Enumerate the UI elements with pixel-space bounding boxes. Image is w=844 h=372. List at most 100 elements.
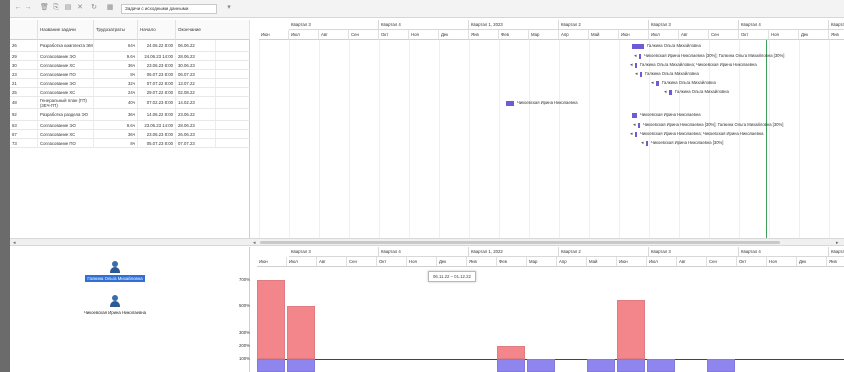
grid-line	[349, 40, 350, 238]
gantt-task-bar[interactable]	[638, 123, 640, 128]
cell-start: 06.07.23 8:00	[138, 70, 176, 78]
gantt-month-header: Авг	[679, 30, 709, 40]
grid-line	[589, 40, 590, 238]
column-header-start[interactable]: Начало	[138, 20, 176, 40]
delete-icon[interactable]: 🗑	[40, 4, 49, 12]
gantt-month-header: Ноя	[769, 30, 799, 40]
grid-line	[769, 40, 770, 238]
overload-bar[interactable]	[617, 299, 645, 359]
load-bar[interactable]	[527, 358, 555, 372]
gantt-task-bar[interactable]	[632, 44, 644, 49]
scroll-right-icon[interactable]: ▸	[836, 239, 839, 247]
horizontal-scrollbar[interactable]: ◂ ◂ ▸	[10, 238, 844, 246]
load-month-header: Сен	[707, 257, 737, 267]
gantt-task-bar[interactable]	[635, 132, 637, 137]
column-header-end[interactable]: Окончание	[176, 20, 250, 40]
close-icon[interactable]: ✕	[76, 4, 84, 12]
table-row[interactable]: 92 Разработка раздела ЭО 36ч 14.06.22 8:00 2…	[10, 109, 250, 121]
load-month-header: Июн	[617, 257, 647, 267]
forward-icon[interactable]: →	[24, 4, 32, 12]
load-bar[interactable]	[497, 358, 525, 372]
gantt-task-bar[interactable]	[506, 101, 514, 106]
chevron-down-icon[interactable]: ▾	[225, 4, 233, 12]
gantt-bar-label: Чикоевская Ирина Николаевна	[517, 100, 578, 105]
resource-name: Галкина Ольга Михайловна	[85, 275, 145, 282]
table-row[interactable]: 23 Согласование ПО 8ч 06.07.23 8:00 06.07.23	[10, 70, 250, 79]
load-month-header: Май	[587, 257, 617, 267]
column-header-id[interactable]	[10, 20, 38, 40]
load-bar[interactable]	[707, 358, 735, 372]
gantt-task-bar[interactable]	[639, 54, 641, 59]
resource-load-chart[interactable]: Квартал 3 Квартал 4 Квартал 1, 2022 Квартал…	[251, 247, 844, 372]
gantt-quarter-header: Квартал 3	[289, 20, 379, 30]
table-row[interactable]: 21 Согласование ЭО 32ч 07.07.22 8:00 13.07.2…	[10, 79, 250, 88]
gantt-bar-label: Чикоевская Ирина Николаевна [30%]; Галки…	[643, 122, 784, 127]
gantt-month-header: Окт	[739, 30, 769, 40]
resource-item[interactable]: Чикоевская Ирина Николаевна	[60, 295, 170, 316]
resource-item[interactable]: Галкина Ольга Михайловна	[60, 261, 170, 282]
gantt-task-bar[interactable]	[669, 90, 672, 95]
grid-line	[439, 40, 440, 238]
load-bar[interactable]	[287, 358, 315, 372]
dependency-arrow-icon: ◂	[664, 89, 667, 95]
gantt-task-bar[interactable]	[635, 63, 637, 68]
gantt-task-bar[interactable]	[640, 72, 642, 77]
scroll-thumb[interactable]	[260, 241, 780, 244]
task-table: Название задачи Трудозатраты Начало Окон…	[10, 20, 250, 238]
cell-start: 24.06.22 8:00	[138, 40, 176, 51]
grid-line	[499, 40, 500, 238]
cell-end: 02.08.22	[176, 88, 216, 96]
table-row[interactable]: 29 Согласование ЭО 9.6ч 24.06.23 14:00 28.06…	[10, 52, 250, 61]
table-icon[interactable]: ▦	[106, 4, 114, 12]
back-icon[interactable]: ←	[14, 4, 22, 12]
table-row[interactable]: 73 Согласование ПО 8ч 05.07.23 8:00 07.07.23	[10, 139, 250, 148]
y-tick-label: 300%	[239, 329, 250, 335]
dependency-arrow-icon: ◂	[634, 53, 637, 59]
table-row[interactable]: 63 Согласование ЭО 9.6ч 23.06.23 14:00 28.06…	[10, 121, 250, 130]
cell-end: 06.07.23	[176, 70, 216, 78]
gantt-task-bar[interactable]	[656, 81, 659, 86]
cell-work: 9.6ч	[94, 52, 138, 60]
table-row[interactable]: 67 Согласование ХС 36ч 23.06.23 8:00 26.06.2…	[10, 130, 250, 139]
paste-icon[interactable]: ▤	[64, 4, 72, 12]
cell-name: Согласование ЭО	[38, 52, 94, 60]
cell-work: 36ч	[94, 61, 138, 69]
refresh-icon[interactable]: ↻	[90, 4, 98, 12]
gantt-month-header: Фев	[499, 30, 529, 40]
load-month-header: Окт	[377, 257, 407, 267]
cell-start: 24.06.23 14:00	[138, 52, 176, 60]
cell-id: 21	[10, 79, 38, 87]
gantt-chart[interactable]: Квартал 3 Квартал 4 Квартал 1, 2023 Квартал…	[251, 20, 844, 238]
table-row[interactable]: 48 Генеральный план (ГП) (3ЕЧ-ГП) 40ч 07.02…	[10, 97, 250, 109]
view-select[interactable]: Задачи с исходными данными	[121, 4, 217, 14]
copy-icon[interactable]: ⎘	[52, 4, 60, 12]
gantt-month-header: Апр	[559, 30, 589, 40]
y-tick-label: 700%	[239, 277, 250, 283]
gantt-task-bar[interactable]	[632, 113, 637, 118]
load-bar[interactable]	[617, 358, 645, 372]
load-bar[interactable]	[257, 358, 285, 372]
cell-start: 23.06.23 8:00	[138, 130, 176, 138]
gantt-bar-label: Галкина Ольга Михайловна	[645, 71, 699, 76]
overload-bar[interactable]	[257, 280, 285, 359]
column-header-name[interactable]: Название задачи	[38, 20, 94, 40]
table-row[interactable]: 30 Согласование ХС 36ч 23.06.23 8:00 30.06.2…	[10, 61, 250, 70]
table-row[interactable]: 25 Согласование ХС 24ч 29.07.22 8:00 02.08.2…	[10, 88, 250, 97]
column-header-work[interactable]: Трудозатраты	[94, 20, 138, 40]
gantt-month-header: Июл	[649, 30, 679, 40]
user-icon	[110, 261, 120, 273]
cell-end: 30.06.23	[176, 61, 216, 69]
load-bar[interactable]	[647, 358, 675, 372]
scroll-left-icon[interactable]: ◂	[13, 239, 16, 247]
load-bar[interactable]	[587, 358, 615, 372]
gantt-task-bar[interactable]	[646, 141, 648, 146]
table-row[interactable]: 26 Разработка комплекта ЭМ 64ч 24.06.22 8:0…	[10, 40, 250, 52]
cell-work: 36ч	[94, 130, 138, 138]
scroll-left-icon[interactable]: ◂	[253, 239, 256, 247]
y-tick-label: 500%	[239, 303, 250, 309]
overload-bar[interactable]	[287, 306, 315, 359]
load-month-header: Янв	[467, 257, 497, 267]
overload-bar[interactable]	[497, 345, 525, 359]
load-quarter-header: Квартал 4	[379, 247, 469, 257]
cell-name: Согласование ЭО	[38, 121, 94, 129]
